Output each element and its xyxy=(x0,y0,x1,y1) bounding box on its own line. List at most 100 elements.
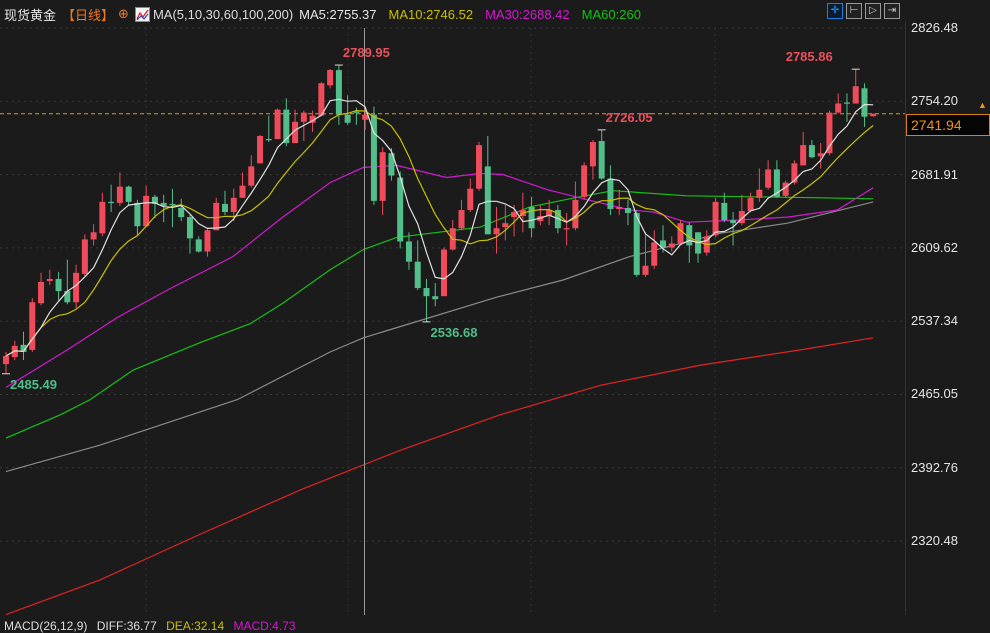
candle-body xyxy=(668,243,675,248)
candle-body xyxy=(222,203,228,213)
candle-body xyxy=(441,249,447,297)
instrument-title: 现货黄金 xyxy=(4,7,57,23)
candle-body xyxy=(598,141,605,179)
candle-body xyxy=(817,153,824,157)
price-annotation: 2726.05 xyxy=(605,109,653,125)
candle-body xyxy=(344,114,351,123)
ma30-value: MA30:2688.42 xyxy=(485,6,570,22)
candle-body xyxy=(852,86,859,104)
candle-body xyxy=(55,278,62,292)
candle-body xyxy=(186,217,193,239)
candle-body xyxy=(484,166,491,235)
ma-params-label[interactable]: MA(5,10,30,60,100,200) xyxy=(153,7,293,22)
crosshair-button[interactable]: ✛ xyxy=(827,3,843,19)
price-annotation: 2789.95 xyxy=(342,45,390,61)
add-indicator-icon[interactable]: ⊕ xyxy=(118,6,129,22)
macd-dea: DEA:32.14 xyxy=(166,619,225,633)
y-tick-label: 2609.62 xyxy=(911,239,958,255)
candle-body xyxy=(808,145,815,158)
candle-body xyxy=(178,207,185,218)
candle-body xyxy=(651,242,658,266)
y-tick-label: 2681.91 xyxy=(911,166,958,182)
candle-body xyxy=(624,207,631,214)
candle-body xyxy=(423,288,430,297)
candle-body xyxy=(300,112,307,122)
ma5-line xyxy=(5,98,874,357)
candle-body xyxy=(502,223,509,228)
y-tick-label: 2320.48 xyxy=(911,533,958,549)
candle-body xyxy=(116,186,123,203)
candle-body xyxy=(81,239,88,274)
ma200-line xyxy=(5,337,874,616)
candle-body xyxy=(633,213,640,275)
candle-body xyxy=(581,165,588,197)
period-selector[interactable]: 【日线】 xyxy=(62,5,114,24)
candle-body xyxy=(46,278,53,281)
candle-body xyxy=(125,186,132,202)
candle-body xyxy=(607,178,614,209)
ma60-value: MA60:260 xyxy=(581,6,641,22)
candle-body xyxy=(362,114,369,120)
candle-body xyxy=(712,201,719,236)
candle-body xyxy=(493,228,500,235)
candle-body xyxy=(861,88,868,117)
candle-body xyxy=(213,202,220,231)
candle-body xyxy=(90,232,97,240)
current-price-tag: 2741.94 xyxy=(906,114,990,136)
candle-body xyxy=(204,230,211,252)
candle-body xyxy=(327,70,334,86)
chart-header: 现货黄金 【日线】 ⊕ MA(5,10,30,60,100,200) MA5:2… xyxy=(4,4,647,24)
y-tick-label: 2754.20 xyxy=(911,93,958,109)
candle-body xyxy=(405,241,412,262)
candle-body xyxy=(765,169,772,188)
candle-body xyxy=(108,201,115,204)
candle-body xyxy=(265,139,272,141)
candlestick-chart[interactable] xyxy=(0,0,990,627)
candle-body xyxy=(169,203,176,206)
ma10-value: MA10:2746.52 xyxy=(388,6,474,22)
candle-body xyxy=(563,228,570,230)
candle-body xyxy=(476,145,483,189)
ma-indicator-icon[interactable] xyxy=(134,6,150,22)
ma5-value: MA5:2755.37 xyxy=(299,6,377,22)
y-tick-label: 2537.34 xyxy=(911,313,958,329)
candle-body xyxy=(800,145,807,166)
candle-body xyxy=(432,296,439,300)
exit-button[interactable]: ⇥ xyxy=(884,3,900,19)
candle-body xyxy=(274,109,281,140)
candle-body xyxy=(73,272,80,303)
candle-body xyxy=(257,135,264,164)
candle-body xyxy=(283,109,290,144)
macd-label: MACD(26,12,9) xyxy=(4,619,88,633)
candle-body xyxy=(756,189,763,198)
price-alert-icon[interactable]: ▲ xyxy=(978,100,987,110)
candle-body xyxy=(721,202,728,221)
candle-body xyxy=(134,202,141,227)
candle-body xyxy=(467,188,474,210)
candle-body xyxy=(589,142,596,167)
candle-body xyxy=(458,209,465,229)
candle-body xyxy=(379,152,386,201)
candle-body xyxy=(143,195,150,227)
candle-body xyxy=(99,201,106,234)
macd-value: MACD:4.73 xyxy=(233,619,296,633)
range-start-button[interactable]: ⊢ xyxy=(846,3,862,19)
y-tick-label: 2465.05 xyxy=(911,386,958,402)
y-tick-label: 2826.48 xyxy=(911,20,958,35)
candle-body xyxy=(230,197,237,213)
price-annotation: 2536.68 xyxy=(430,324,478,340)
candle-body xyxy=(870,113,877,117)
candle-body xyxy=(843,102,850,104)
play-button[interactable]: ▷ xyxy=(865,3,881,19)
ma30-line xyxy=(5,164,874,388)
candle-body xyxy=(248,166,255,186)
candle-body xyxy=(397,177,404,242)
candle-body xyxy=(677,223,684,244)
candle-body xyxy=(195,239,202,252)
candle-body xyxy=(835,103,842,113)
candle-body xyxy=(730,220,737,224)
chart-toolbar: ✛ ⊢ ▷ ⇥ xyxy=(827,3,900,19)
price-annotation: 2485.49 xyxy=(10,376,57,392)
y-tick-label: 2392.76 xyxy=(911,459,958,475)
ma10-line xyxy=(5,109,874,357)
